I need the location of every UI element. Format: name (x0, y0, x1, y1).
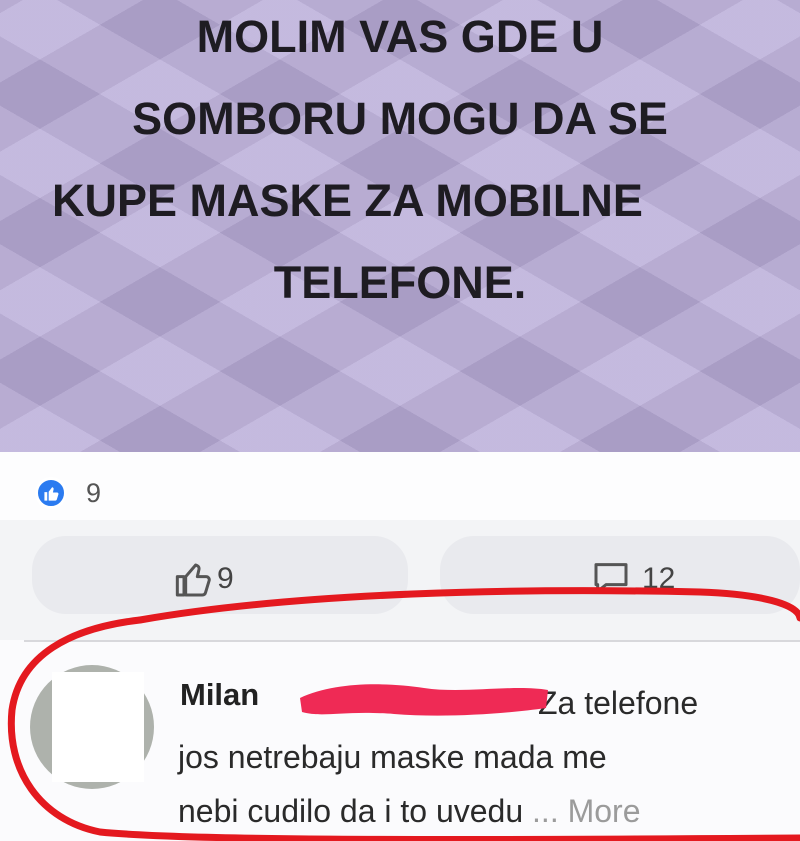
avatar-redaction-box (52, 672, 144, 782)
comment-line-3-text: nebi cudilo da i to uvedu (178, 793, 524, 829)
name-redaction-scribble (300, 684, 548, 716)
comment-count: 12 (642, 562, 676, 595)
like-button[interactable]: 9 (32, 536, 408, 614)
comment-bubble-icon (594, 563, 628, 593)
comment-line-2: jos netrebaju maske mada me (178, 739, 607, 775)
like-reaction-icon (35, 477, 67, 509)
like-count: 9 (217, 562, 234, 595)
post-background-banner: MOLIM VAS GDE U SOMBORU MOGU DA SE KUPE … (0, 0, 800, 452)
thumbs-up-icon (175, 563, 211, 597)
reactions-summary-row[interactable] (0, 452, 800, 520)
comment-line-3: nebi cudilo da i to uvedu ... More (178, 784, 788, 838)
reaction-count[interactable]: 9 (86, 478, 101, 509)
banner-line-3: KUPE MASKE ZA MOBILNE (52, 175, 643, 226)
comment-button[interactable]: 12 (440, 536, 800, 614)
banner-line-2: SOMBORU MOGU DA SE (132, 93, 668, 144)
banner-line-1: MOLIM VAS GDE U (196, 11, 604, 62)
comment-divider (24, 640, 800, 642)
banner-line-4: TELEFONE. (273, 257, 527, 308)
post-banner-text: MOLIM VAS GDE U SOMBORU MOGU DA SE KUPE … (0, 0, 800, 324)
see-more-link[interactable]: ... More (532, 793, 640, 829)
